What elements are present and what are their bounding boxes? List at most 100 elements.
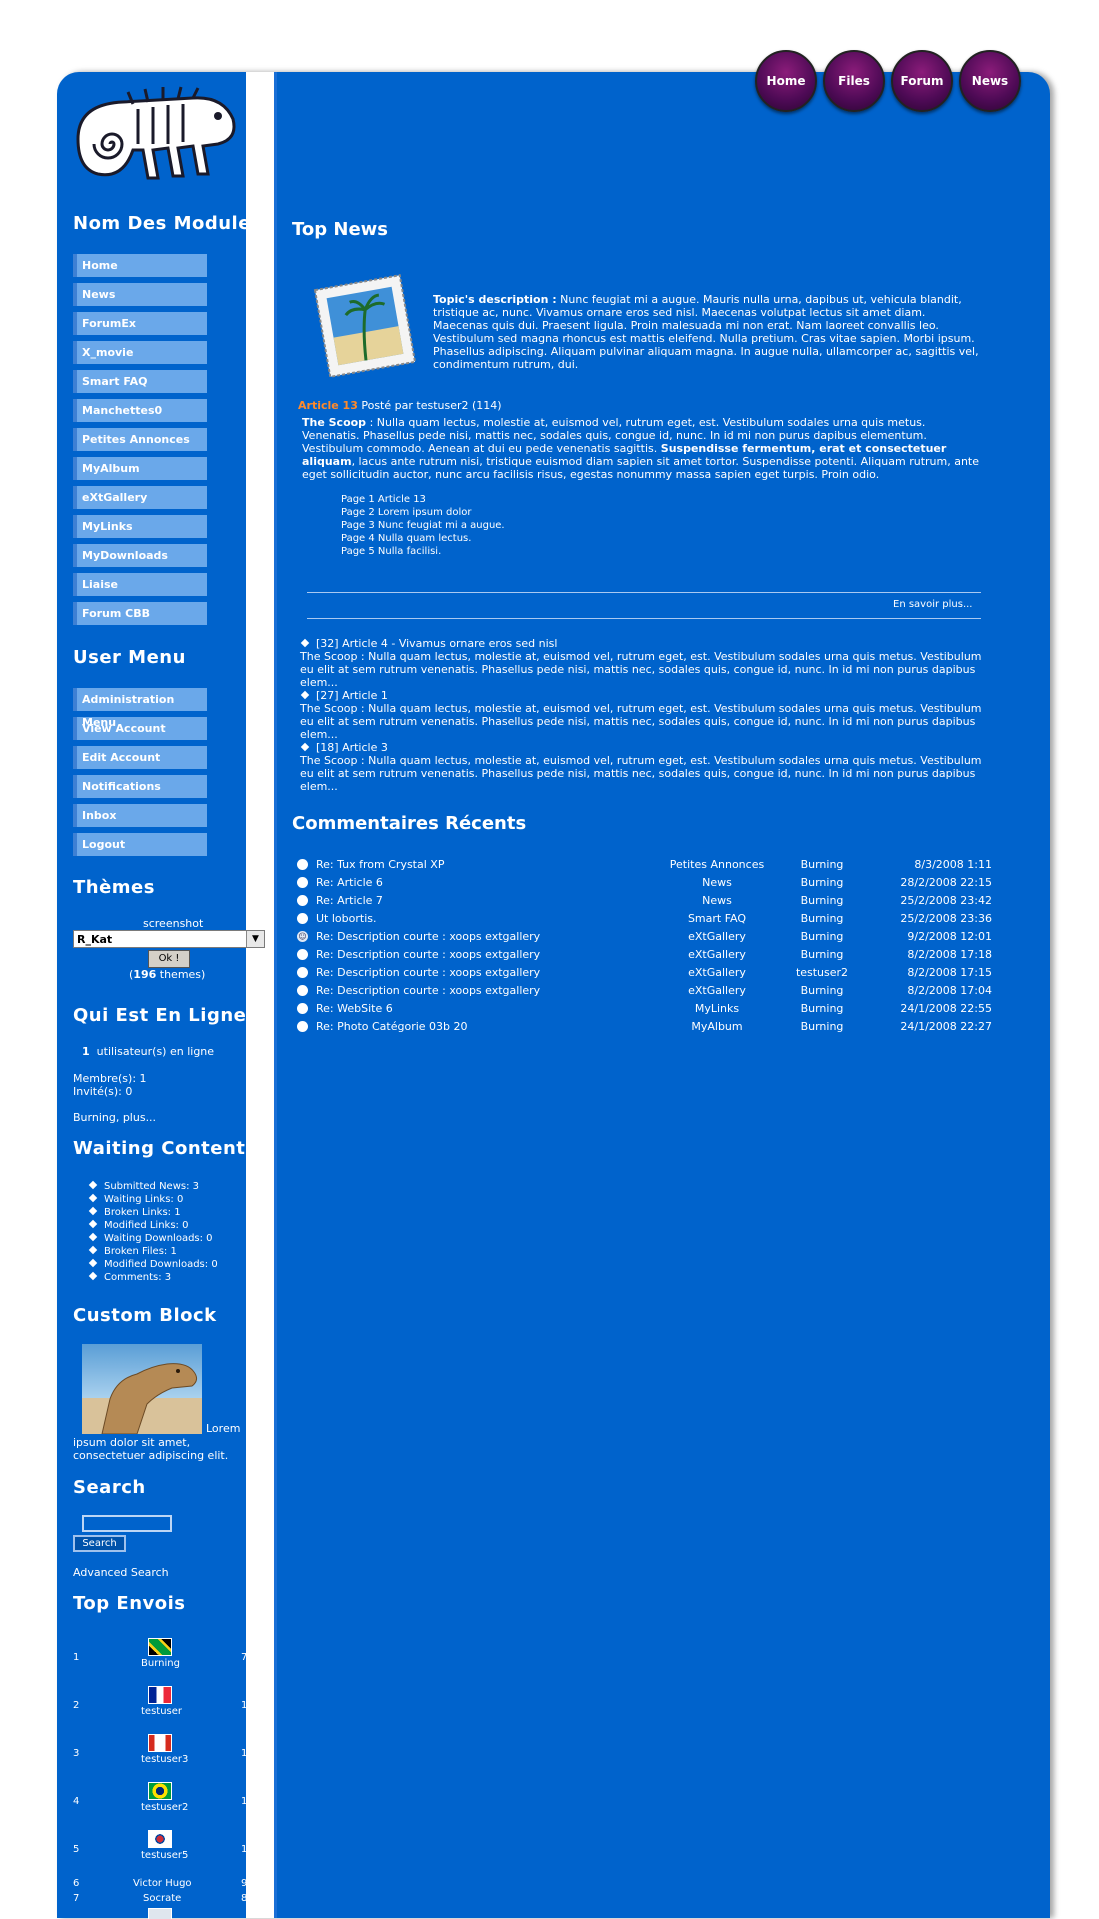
table-row: Re: WebSite 6 MyLinks Burning 24/1/2008 22:… bbox=[297, 999, 992, 1017]
menu-item-home[interactable]: Home bbox=[73, 254, 207, 277]
menu-item-smart-faq[interactable]: Smart FAQ bbox=[73, 370, 207, 393]
nav-files-button[interactable]: Files bbox=[823, 50, 885, 112]
menu-item-administration[interactable]: Administration Menu bbox=[73, 688, 207, 729]
menu-item-x-movie[interactable]: X_movie bbox=[73, 341, 207, 364]
advanced-search-link[interactable]: Advanced Search bbox=[73, 1566, 169, 1579]
page-link[interactable]: Page 1 Article 13 bbox=[341, 493, 505, 506]
read-more-link[interactable]: En savoir plus... bbox=[893, 598, 973, 611]
waiting-item[interactable]: Waiting Downloads: 0 bbox=[88, 1232, 218, 1245]
comment-icon bbox=[297, 895, 308, 906]
comment-icon bbox=[297, 949, 308, 960]
top-news-title: Top News bbox=[292, 219, 389, 240]
comment-link[interactable]: Re: Photo Catégorie 03b 20 bbox=[316, 1020, 468, 1033]
top-envois-name[interactable]: testuser5 bbox=[141, 1850, 188, 1861]
france-flag-icon bbox=[148, 1686, 172, 1704]
theme-selected-value: R_Kat bbox=[77, 933, 113, 946]
site-logo[interactable] bbox=[73, 84, 238, 188]
comment-link[interactable]: Re: Tux from Crystal XP bbox=[316, 858, 444, 871]
theme-ok-button[interactable]: Ok ! bbox=[148, 950, 190, 968]
canada-flag-icon bbox=[148, 1734, 172, 1752]
custom-block-text-3: consectetuer adipiscing elit. bbox=[73, 1449, 229, 1462]
page-link[interactable]: Page 3 Nunc feugiat mi a augue. bbox=[341, 519, 505, 532]
menu-item-liaise[interactable]: Liaise bbox=[73, 573, 207, 596]
smiley-icon: ☺ bbox=[297, 931, 308, 942]
online-guests: Invité(s): 0 bbox=[73, 1085, 133, 1098]
waiting-title: Waiting Contents bbox=[73, 1138, 257, 1159]
menu-item-manchettes[interactable]: Manchettes0 bbox=[73, 399, 207, 422]
menu-item-edit-account[interactable]: Edit Account bbox=[73, 746, 207, 769]
search-input[interactable] bbox=[82, 1515, 172, 1532]
menu-item-news[interactable]: News bbox=[73, 283, 207, 306]
waiting-item[interactable]: Broken Links: 1 bbox=[88, 1206, 218, 1219]
page-link[interactable]: Page 2 Lorem ipsum dolor bbox=[341, 506, 505, 519]
menu-item-extgallery[interactable]: eXtGallery bbox=[73, 486, 207, 509]
menu-item-inbox[interactable]: Inbox bbox=[73, 804, 207, 827]
waiting-item[interactable]: Modified Links: 0 bbox=[88, 1219, 218, 1232]
menu-item-view-account[interactable]: View Account bbox=[73, 717, 207, 740]
article-title-link[interactable]: Article 13 bbox=[298, 399, 358, 412]
article-scoop: The Scoop : Nulla quam lectus, molestie … bbox=[302, 416, 979, 481]
nav-news-button[interactable]: News bbox=[959, 50, 1021, 112]
comment-icon bbox=[297, 913, 308, 924]
search-title: Search bbox=[73, 1477, 146, 1498]
menu-item-myalbum[interactable]: MyAlbum bbox=[73, 457, 207, 480]
top-envois-name[interactable]: Socrate bbox=[143, 1893, 181, 1904]
comment-link[interactable]: Ut lobortis. bbox=[316, 912, 376, 925]
comment-link[interactable]: Re: Description courte : xoops extgaller… bbox=[316, 948, 540, 961]
comment-link[interactable]: Re: Article 7 bbox=[316, 894, 383, 907]
menu-item-mylinks[interactable]: MyLinks bbox=[73, 515, 207, 538]
waiting-item[interactable]: Comments: 3 bbox=[88, 1271, 218, 1284]
comment-link[interactable]: Re: Description courte : xoops extgaller… bbox=[316, 930, 540, 943]
themes-count: (196 themes) bbox=[129, 968, 206, 981]
table-row: Re: Description courte : xoops extgaller… bbox=[297, 945, 992, 963]
menu-item-logout[interactable]: Logout bbox=[73, 833, 207, 856]
article-pages: Page 1 Article 13 Page 2 Lorem ipsum dol… bbox=[341, 493, 505, 558]
waiting-item[interactable]: Broken Files: 1 bbox=[88, 1245, 218, 1258]
menu-item-forumex[interactable]: ForumEx bbox=[73, 312, 207, 335]
waiting-item[interactable]: Waiting Links: 0 bbox=[88, 1193, 218, 1206]
search-button[interactable]: Search bbox=[73, 1535, 126, 1552]
menu-item-forum-cbb[interactable]: Forum CBB bbox=[73, 602, 207, 625]
menu-item-petites-annonces[interactable]: Petites Annonces bbox=[73, 428, 207, 451]
comment-icon bbox=[297, 967, 308, 978]
article-heading: Article 13 Posté par testuser2 (114) bbox=[298, 399, 502, 412]
top-envois-name[interactable]: Burning bbox=[141, 1658, 180, 1669]
table-row: Re: Description courte : xoops extgaller… bbox=[297, 981, 992, 999]
top-envois-name[interactable]: testuser bbox=[141, 1706, 182, 1717]
top-envois-name[interactable]: testuser2 bbox=[141, 1802, 188, 1813]
jamaica-flag-icon bbox=[148, 1638, 172, 1656]
custom-block-text-1: Lorem bbox=[206, 1422, 241, 1435]
table-row: Re: Photo Catégorie 03b 20 MyAlbum Burning… bbox=[297, 1017, 992, 1035]
top-envois-name[interactable]: Victor Hugo bbox=[133, 1878, 192, 1889]
page-link[interactable]: Page 4 Nulla quam lectus. bbox=[341, 532, 505, 545]
news-item-title[interactable]: [27] Article 1 bbox=[300, 689, 990, 702]
online-names-link[interactable]: Burning, plus... bbox=[73, 1111, 156, 1124]
top-envois-name[interactable]: testuser3 bbox=[141, 1754, 188, 1765]
news-item-text: The Scoop : Nulla quam lectus, molestie … bbox=[300, 754, 982, 793]
topic-stamp-image[interactable] bbox=[310, 270, 420, 382]
topic-description: Topic's description : Nunc feugiat mi a … bbox=[433, 293, 979, 371]
news-item-text: The Scoop : Nulla quam lectus, molestie … bbox=[300, 702, 982, 741]
comment-icon bbox=[297, 1003, 308, 1014]
table-row: Re: Article 6 News Burning 28/2/2008 22:15 bbox=[297, 873, 992, 891]
comment-link[interactable]: Re: Description courte : xoops extgaller… bbox=[316, 966, 540, 979]
menu-item-mydownloads[interactable]: MyDownloads bbox=[73, 544, 207, 567]
comment-link[interactable]: Re: WebSite 6 bbox=[316, 1002, 393, 1015]
waiting-item[interactable]: Modified Downloads: 0 bbox=[88, 1258, 218, 1271]
waiting-item[interactable]: Submitted News: 3 bbox=[88, 1180, 218, 1193]
top-envois-title: Top Envois bbox=[73, 1593, 186, 1614]
news-item-title[interactable]: [18] Article 3 bbox=[300, 741, 990, 754]
comment-link[interactable]: Re: Description courte : xoops extgaller… bbox=[316, 984, 540, 997]
menu-item-notifications[interactable]: Notifications bbox=[73, 775, 207, 798]
flag-icon bbox=[148, 1908, 172, 1919]
comment-link[interactable]: Re: Article 6 bbox=[316, 876, 383, 889]
themes-title: Thèmes bbox=[73, 877, 155, 898]
modules-menu: Home News ForumEx X_movie Smart FAQ Manc… bbox=[73, 254, 207, 631]
theme-select[interactable]: R_Kat ▼ bbox=[73, 930, 265, 948]
nav-forum-button[interactable]: Forum bbox=[891, 50, 953, 112]
nav-home-button[interactable]: Home bbox=[755, 50, 817, 112]
top-navigation: Home Files Forum News bbox=[755, 50, 1021, 112]
page-link[interactable]: Page 5 Nulla facilisi. bbox=[341, 545, 505, 558]
chevron-down-icon[interactable]: ▼ bbox=[246, 931, 264, 947]
news-item-title[interactable]: [32] Article 4 - Vivamus ornare eros sed… bbox=[300, 637, 990, 650]
